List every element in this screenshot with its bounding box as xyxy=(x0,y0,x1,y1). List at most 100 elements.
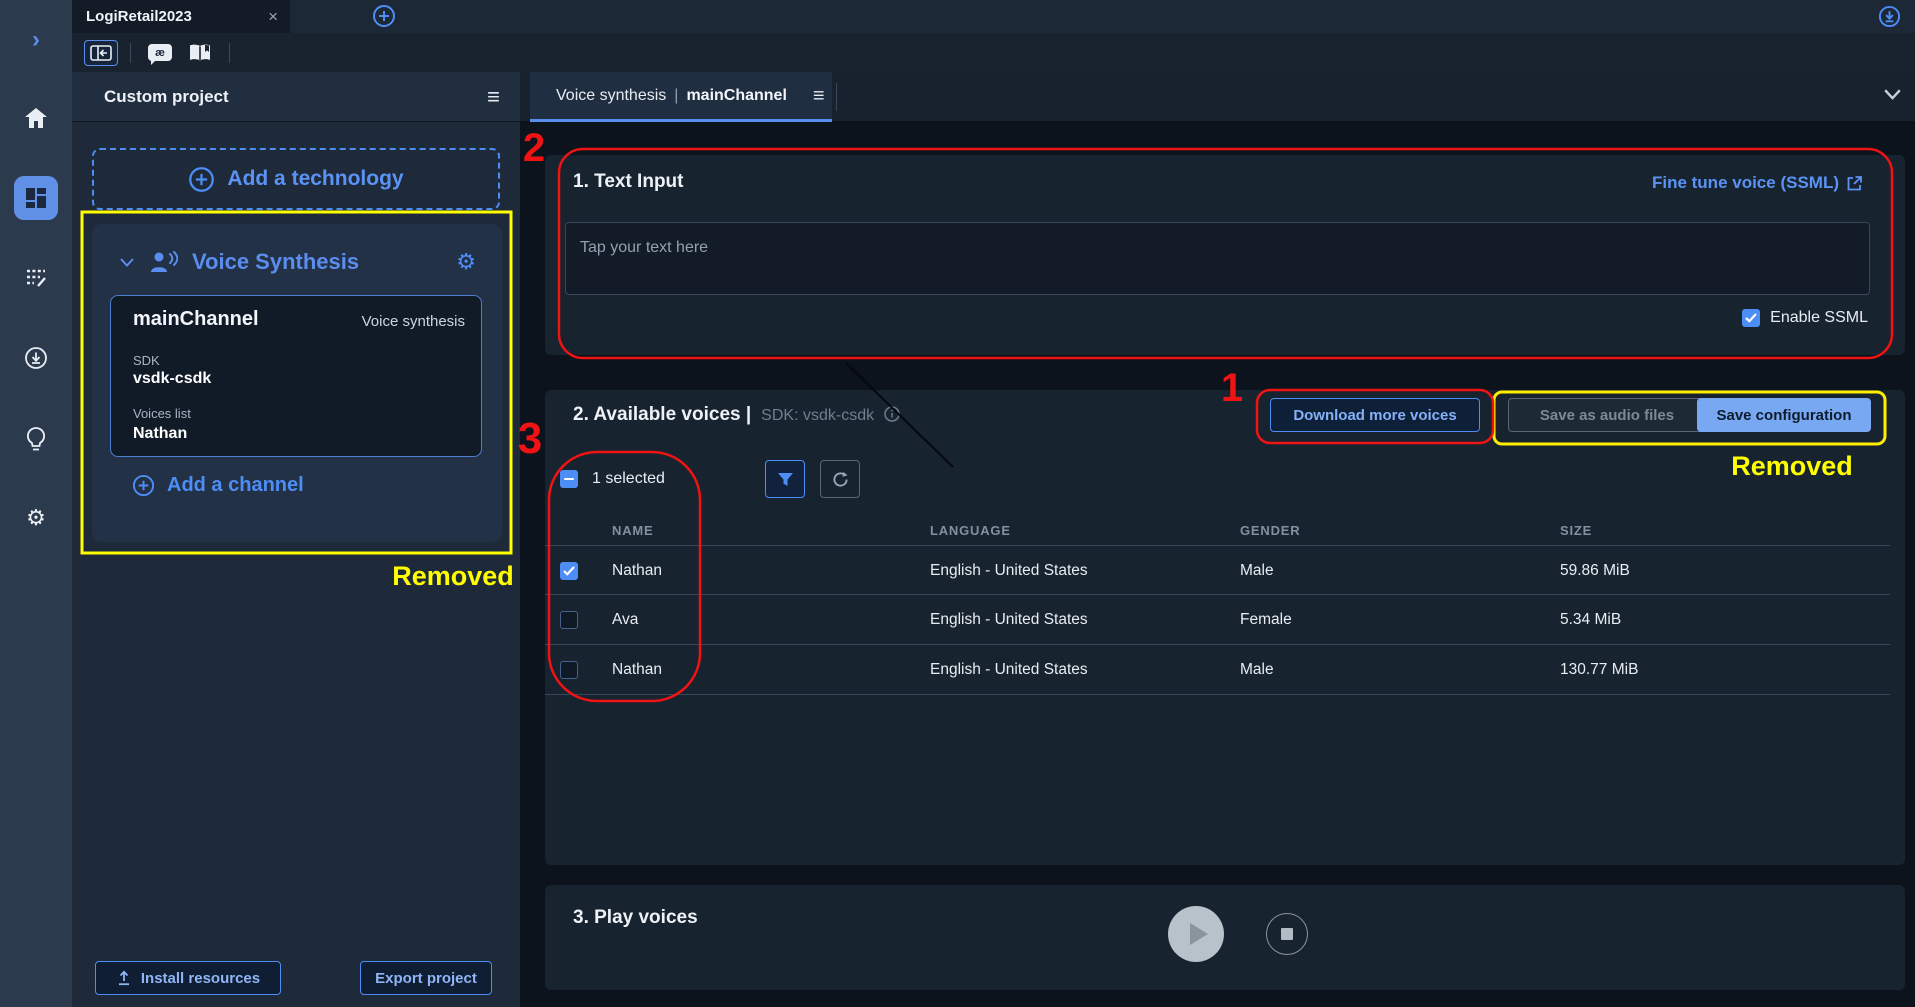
text-input-textarea[interactable] xyxy=(565,222,1870,295)
table-row[interactable]: AvaEnglish - United StatesFemale5.34 MiB xyxy=(545,595,1890,645)
save-as-audio-files-label: Save as audio files xyxy=(1540,407,1674,424)
play-button[interactable] xyxy=(1168,906,1224,962)
lightbulb-icon[interactable] xyxy=(0,423,72,457)
cell-name: Nathan xyxy=(612,661,662,679)
close-icon[interactable]: × xyxy=(268,7,278,27)
section-title: Voice Synthesis xyxy=(192,249,359,275)
project-tab-title: LogiRetail2023 xyxy=(86,8,192,25)
available-voices-section: 2. Available voices | SDK: vsdk-csdk Dow… xyxy=(545,390,1905,865)
project-panel: Custom project ≡ Add a technology Voice … xyxy=(72,72,520,1007)
install-resources-label: Install resources xyxy=(141,970,260,987)
enable-ssml-row: Enable SSML xyxy=(1742,309,1868,327)
tab-strip-divider xyxy=(836,83,837,111)
cell-name: Ava xyxy=(612,611,638,629)
cell-name: Nathan xyxy=(612,562,662,580)
tab-menu-icon[interactable]: ≡ xyxy=(813,86,825,106)
export-project-label: Export project xyxy=(375,970,477,987)
refresh-button[interactable] xyxy=(820,460,860,498)
select-all-checkbox[interactable] xyxy=(560,470,578,488)
voice-person-icon xyxy=(150,251,178,273)
download-more-voices-label: Download more voices xyxy=(1293,407,1456,424)
info-icon[interactable] xyxy=(884,406,900,422)
text-input-section: 1. Text Input Fine tune voice (SSML) Ena… xyxy=(545,155,1905,355)
new-tab-plus-icon[interactable] xyxy=(372,4,396,28)
download-circle-icon[interactable] xyxy=(0,341,72,375)
workspace-tab-strip: Voice synthesis | mainChannel ≡ xyxy=(520,72,1915,122)
column-header-gender: GENDER xyxy=(1240,523,1300,538)
fine-tune-voice-link[interactable]: Fine tune voice (SSML) xyxy=(1652,173,1862,193)
stop-icon xyxy=(1281,928,1293,940)
voices-list-value: Nathan xyxy=(133,425,187,443)
documentation-book-icon[interactable] xyxy=(183,40,217,66)
cell-size: 130.77 MiB xyxy=(1560,661,1638,679)
settings-gear-icon[interactable]: ⚙ xyxy=(0,501,72,535)
available-voices-header: 2. Available voices | SDK: vsdk-csdk xyxy=(573,404,900,426)
column-header-name: NAME xyxy=(612,523,653,538)
tab-label-separator: | xyxy=(674,87,678,105)
cell-size: 59.86 MiB xyxy=(1560,562,1630,580)
toolbar-divider xyxy=(229,43,230,63)
add-channel-label: Add a channel xyxy=(167,474,304,497)
toolbar-divider xyxy=(130,43,131,63)
panel-toggle-icon[interactable] xyxy=(84,40,118,66)
voices-list-label: Voices list xyxy=(133,406,191,421)
cell-language: English - United States xyxy=(930,611,1088,629)
stop-button[interactable] xyxy=(1266,913,1308,955)
add-technology-button[interactable]: Add a technology xyxy=(92,148,500,210)
main-workspace: Voice synthesis | mainChannel ≡ 1. Text … xyxy=(520,72,1915,1007)
refresh-icon xyxy=(832,471,849,488)
text-input-heading: 1. Text Input xyxy=(573,171,683,193)
funnel-icon xyxy=(777,472,794,487)
table-row[interactable]: NathanEnglish - United StatesMale59.86 M… xyxy=(545,545,1890,595)
play-voices-heading: 3. Play voices xyxy=(573,907,698,929)
row-checkbox[interactable] xyxy=(560,661,578,679)
home-icon[interactable] xyxy=(0,101,72,135)
chevron-down-icon[interactable] xyxy=(120,258,134,267)
install-resources-button[interactable]: Install resources xyxy=(95,961,281,995)
window-tab-bar: LogiRetail2023 × xyxy=(72,0,1915,33)
tab-label-channel: mainChannel xyxy=(686,87,786,105)
panel-menu-icon[interactable]: ≡ xyxy=(487,86,500,108)
add-channel-button[interactable]: Add a channel xyxy=(132,474,304,497)
row-checkbox[interactable] xyxy=(560,611,578,629)
left-icon-rail: › ⚙ xyxy=(0,0,72,1007)
voice-synthesis-header[interactable]: Voice Synthesis ⚙ xyxy=(92,242,502,282)
enable-ssml-checkbox[interactable] xyxy=(1742,309,1760,327)
cell-language: English - United States xyxy=(930,562,1088,580)
download-more-voices-button[interactable]: Download more voices xyxy=(1270,398,1480,432)
sdk-label: SDK xyxy=(133,353,160,368)
project-panel-header: Custom project ≡ xyxy=(72,72,520,122)
expand-chevron-icon[interactable]: › xyxy=(0,23,72,57)
panel-title: Custom project xyxy=(104,87,229,107)
global-download-icon[interactable] xyxy=(1878,5,1901,28)
section-gear-icon[interactable]: ⚙ xyxy=(456,251,476,273)
export-project-button[interactable]: Export project xyxy=(360,961,492,995)
table-row[interactable]: NathanEnglish - United StatesMale130.77 … xyxy=(545,645,1890,695)
tab-label-prefix: Voice synthesis xyxy=(556,87,666,105)
collapse-panel-chevron-icon[interactable] xyxy=(1884,89,1901,100)
available-voices-heading: 2. Available voices | xyxy=(573,404,751,426)
row-checkbox[interactable] xyxy=(560,562,578,580)
project-tab[interactable]: LogiRetail2023 × xyxy=(72,0,290,33)
sdk-value: vsdk-csdk xyxy=(133,370,211,388)
enable-ssml-label: Enable SSML xyxy=(1770,309,1868,327)
dashboard-icon-active[interactable] xyxy=(14,176,58,220)
fine-tune-label: Fine tune voice (SSML) xyxy=(1652,173,1839,193)
play-icon xyxy=(1190,923,1208,945)
channel-type: Voice synthesis xyxy=(362,313,465,330)
phonetics-chat-icon[interactable]: æ xyxy=(143,40,177,66)
save-as-audio-files-button[interactable]: Save as audio files xyxy=(1508,398,1706,432)
add-technology-label: Add a technology xyxy=(227,167,403,191)
channel-card[interactable]: mainChannel Voice synthesis SDK vsdk-csd… xyxy=(110,295,482,457)
sdk-note: SDK: vsdk-csdk xyxy=(761,407,874,425)
filter-button[interactable] xyxy=(765,460,805,498)
play-voices-section: 3. Play voices xyxy=(545,885,1905,990)
app-window: › ⚙ xyxy=(0,0,1915,1007)
project-form-icon[interactable] xyxy=(0,261,72,295)
save-configuration-button[interactable]: Save configuration xyxy=(1697,398,1871,432)
cell-gender: Male xyxy=(1240,661,1274,679)
external-link-icon xyxy=(1847,176,1862,191)
cell-gender: Female xyxy=(1240,611,1292,629)
column-header-size: SIZE xyxy=(1560,523,1592,538)
voice-synthesis-tab[interactable]: Voice synthesis | mainChannel ≡ xyxy=(530,72,832,122)
